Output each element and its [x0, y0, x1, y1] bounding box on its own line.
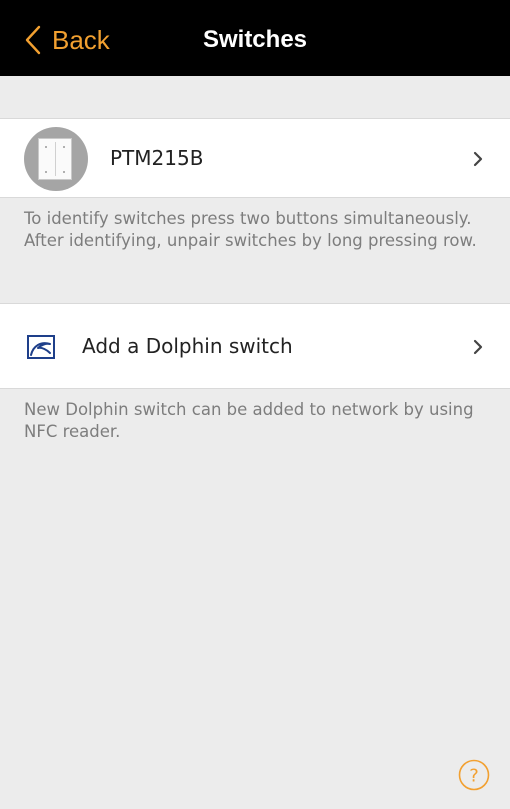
- device-name: PTM215B: [110, 146, 204, 170]
- chevron-left-icon: [25, 25, 41, 55]
- back-button[interactable]: Back: [24, 24, 110, 56]
- chevron-right-icon: [473, 151, 483, 167]
- help-button[interactable]: ?: [458, 759, 490, 791]
- chevron-right-icon: [473, 339, 483, 355]
- dolphin-icon: [27, 335, 55, 359]
- page-title: Switches: [202, 26, 308, 53]
- navigation-bar: Back Switches: [0, 0, 510, 76]
- question-mark-icon: ?: [458, 759, 490, 791]
- top-spacer: [0, 76, 510, 118]
- add-switch-help-text: New Dolphin switch can be added to netwo…: [24, 400, 474, 441]
- device-help-text: To identify switches press two buttons s…: [24, 209, 477, 250]
- back-button-label: Back: [52, 25, 110, 55]
- switch-plate-icon: [24, 127, 88, 191]
- add-switch-label: Add a Dolphin switch: [82, 334, 293, 358]
- device-row-ptm215b[interactable]: PTM215B: [0, 118, 510, 198]
- add-dolphin-switch-row[interactable]: Add a Dolphin switch: [0, 303, 510, 389]
- svg-text:?: ?: [469, 766, 479, 787]
